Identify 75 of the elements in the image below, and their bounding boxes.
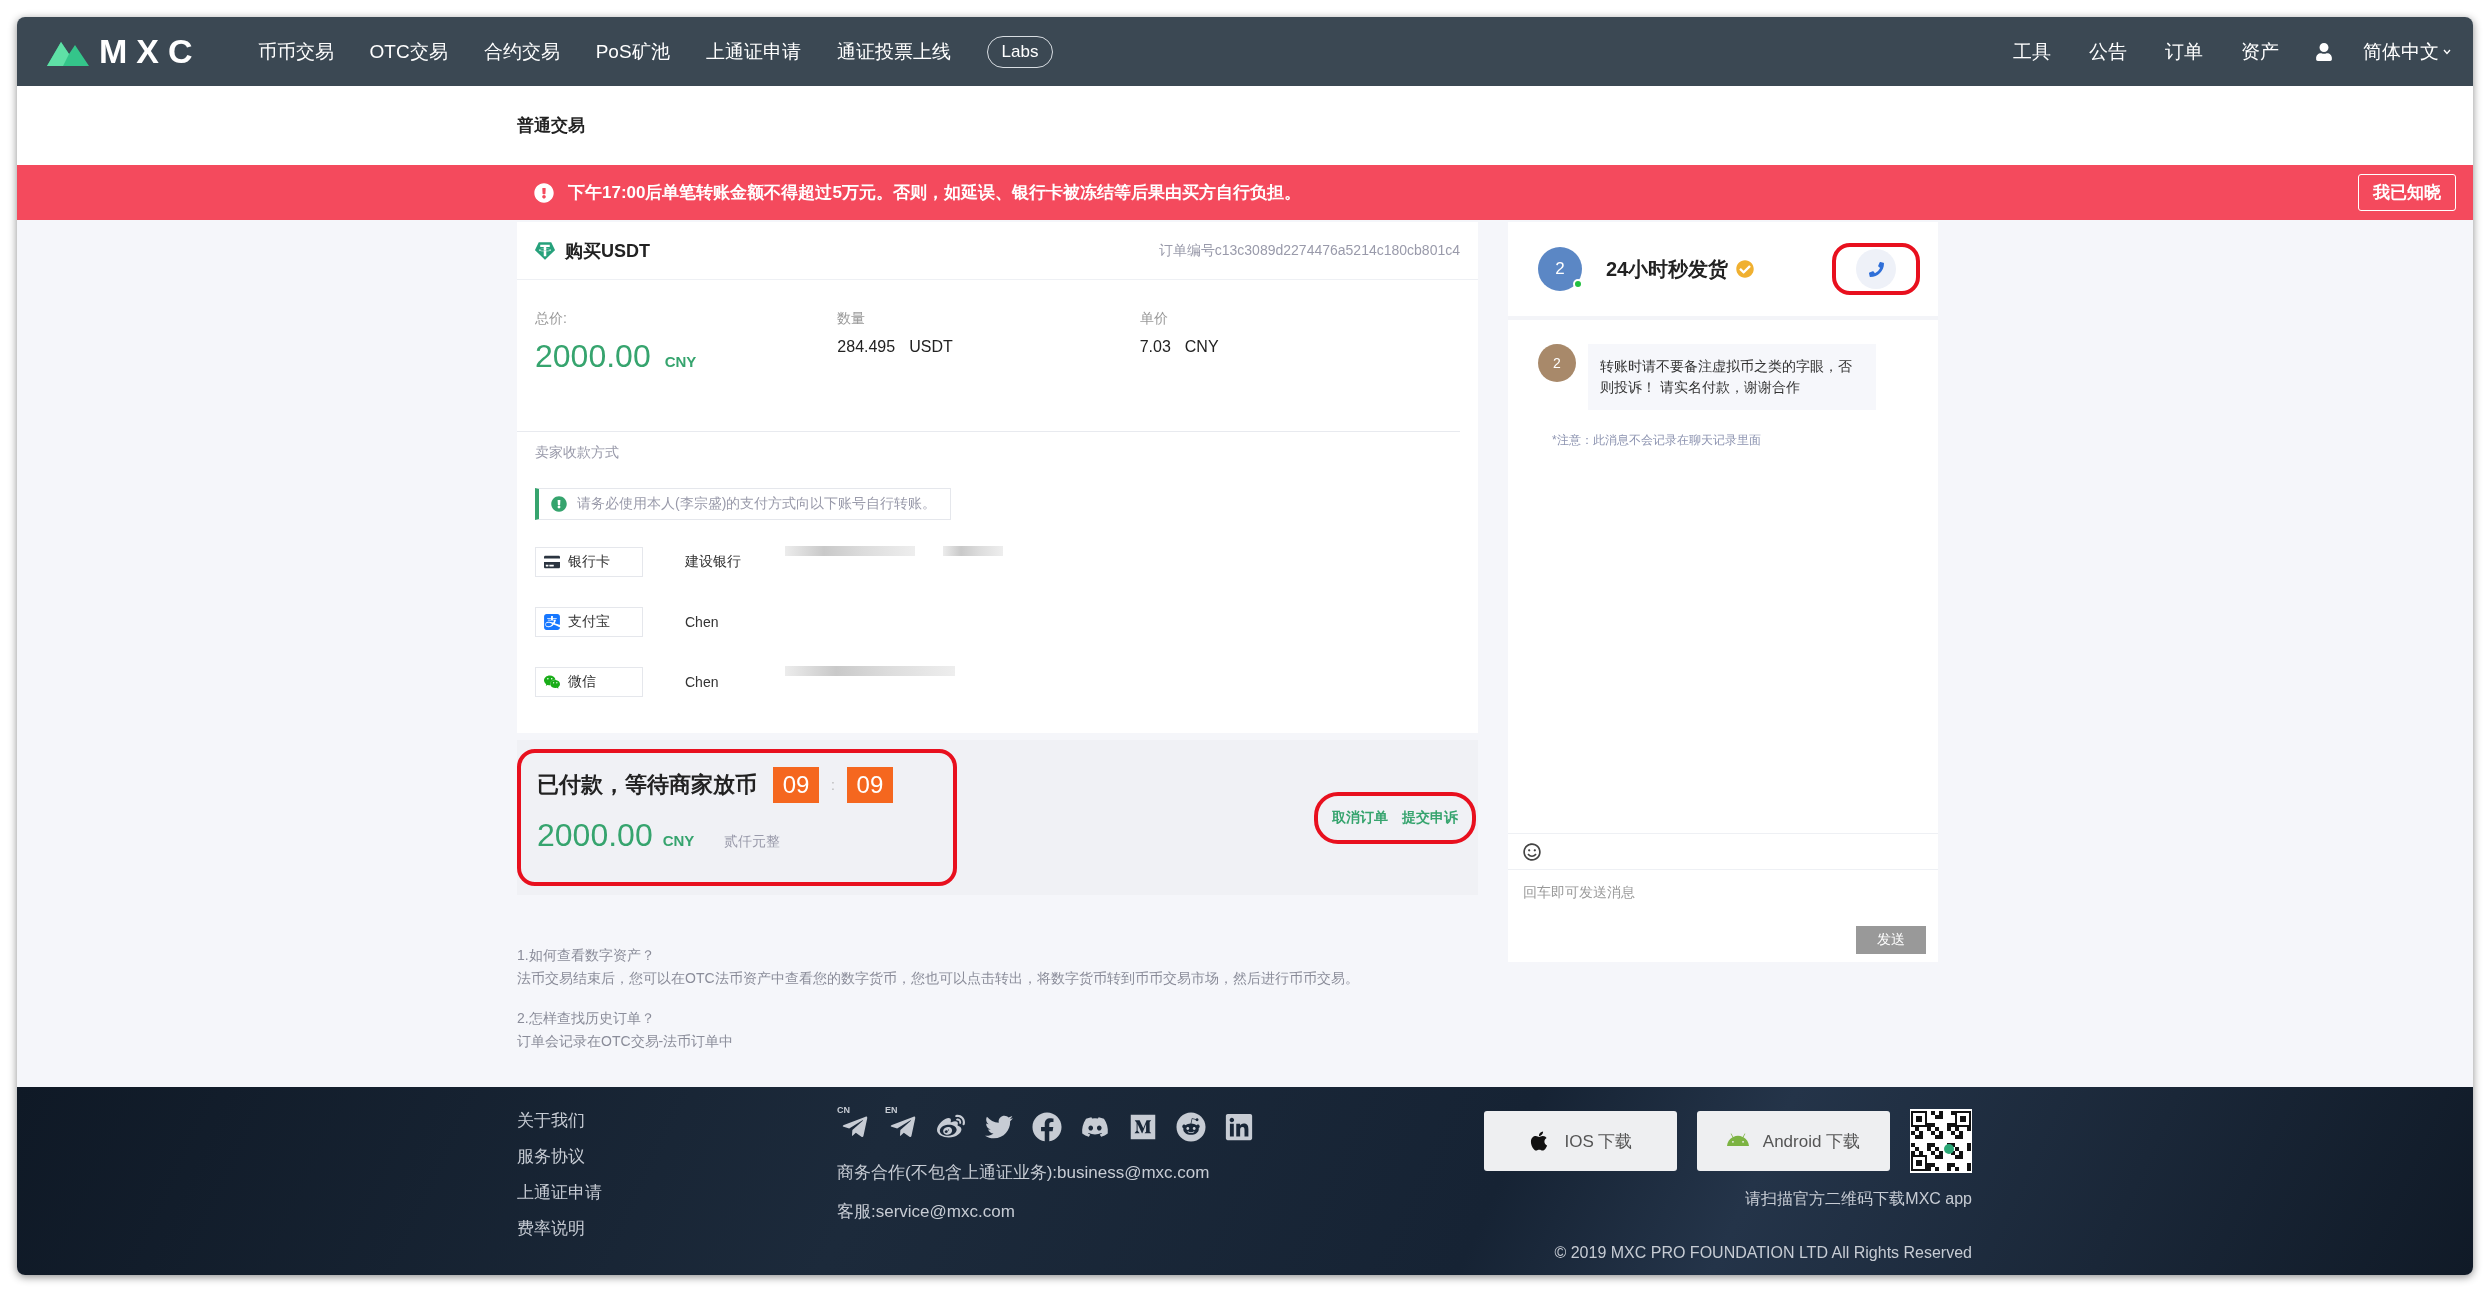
stat-value: 7.03 [1139,338,1171,356]
faq-answer: 订单会记录在OTC交易-法币订单中 [517,1033,735,1051]
acknowledge-button[interactable]: 我已知晓 [2358,174,2456,211]
stat-label: 单价 [1139,310,1169,328]
timer-digit: 09 [773,767,819,803]
faq-answer: 法币交易结束后，您可以在OTC法币资产中查看您的数字货币，您也可以点击转出，将数字货币转到币币交易市场，然后进行币币交易。 [517,970,1360,988]
merchant-name: 24小时秒发货 [1606,256,1729,282]
warning-icon [534,182,554,203]
qr-caption: 请扫描官方二维码下载MXC app [1745,1189,1972,1209]
download-button[interactable]: IOS 下载 [1484,1111,1677,1171]
download-button[interactable]: Android 下载 [1697,1111,1890,1171]
emoji-icon[interactable] [1523,842,1541,861]
footer-link[interactable]: 服务协议 [517,1145,837,1168]
nav-link[interactable]: 合约交易 [483,38,560,65]
logo-text: MXC [99,32,202,71]
alipay-icon [544,614,560,630]
currency-unit: CNY [664,353,697,370]
nav-link[interactable]: 币币交易 [257,38,334,65]
telegram-label: CN [837,1105,850,1115]
payment-method-label: 微信 [568,673,596,691]
payment-method-label: 银行卡 [568,553,610,571]
faq-question: 1.如何查看数字资产？ [517,947,656,965]
notice-text: 下午17:00后单笔转账金额不得超过5万元。否则，如延误、银行卡被冻结等后果由买方自行负担。 [568,182,1301,204]
paid-amount: 2000.00 [537,817,653,854]
nav-link[interactable]: PoS矿池 [595,38,670,65]
redacted-bar [943,546,1003,556]
nav-link[interactable]: 上通证申请 [705,38,801,65]
phone-icon [1868,261,1884,277]
chat-icon [544,674,560,690]
timer-separator: : [831,777,835,793]
faq-question: 2.怎样查找历史订单？ [517,1010,656,1028]
currency-unit: CNY [662,832,695,849]
user-icon[interactable] [2315,42,2333,61]
total-price: 2000.00 [535,338,651,375]
qr-code [1910,1109,1972,1173]
account-name: 建设银行 [685,553,742,571]
breadcrumb: 普通交易 [517,115,585,137]
nav-link[interactable]: 订单 [2165,38,2203,65]
stat-label: 数量 [837,310,867,328]
footer-link[interactable]: 上通证申请 [517,1181,837,1204]
amount-in-words: 贰仟元整 [724,833,781,851]
nav-link[interactable]: 通证投票上线 [836,38,951,65]
business-contact: 商务合作(不包含上通证业务):business@mxc.com [837,1162,1211,1184]
account-name: Chen [685,674,720,690]
warning-icon [551,496,567,512]
timer-digit: 09 [846,767,893,803]
order-number: 订单编号c13c3089d2274476a5214c180cb801c4 [1158,241,1460,260]
footer-link[interactable]: 费率说明 [517,1217,837,1240]
service-contact: 客服:service@mxc.com [837,1201,1016,1223]
stat-unit: CNY [1184,338,1219,356]
chat-note: *注意：此消息不会记录在聊天记录里面 [1552,432,1762,449]
tether-icon [535,240,555,261]
card-icon [544,554,560,570]
section-label: 卖家收款方式 [535,444,620,462]
stat-label: 总价: [535,310,568,328]
chevron-down-icon [2443,48,2451,55]
order-title: 购买USDT [565,239,650,263]
message-bubble: 转账时请不要备注虚拟币之类的字眼，否则投诉！ 请实名付款，谢谢合作 [1588,344,1876,410]
stat-value: 284.495 [837,338,896,356]
language-selector[interactable]: 简体中文 [2363,38,2439,65]
call-button[interactable] [1856,249,1896,289]
nav-link[interactable]: 资产 [2241,38,2279,65]
copyright: © 2019 MXC PRO FOUNDATION LTD All Rights Reserved [1554,1244,1972,1262]
nav-link[interactable]: OTC交易 [369,38,448,65]
nav-link[interactable]: 工具 [2013,38,2051,65]
payment-method-label: 支付宝 [568,613,610,631]
account-name: Chen [685,614,720,630]
footer-link[interactable]: 关于我们 [517,1109,837,1132]
telegram-label: EN [885,1105,898,1115]
status-title: 已付款，等待商家放币 [537,771,757,799]
stat-unit: USDT [909,338,953,356]
avatar: 2 [1538,247,1582,291]
avatar: 2 [1538,344,1576,382]
nav-link[interactable]: 公告 [2089,38,2127,65]
warning-text: 请务必使用本人(李宗盛)的支付方式向以下账号自行转账。 [577,495,937,513]
